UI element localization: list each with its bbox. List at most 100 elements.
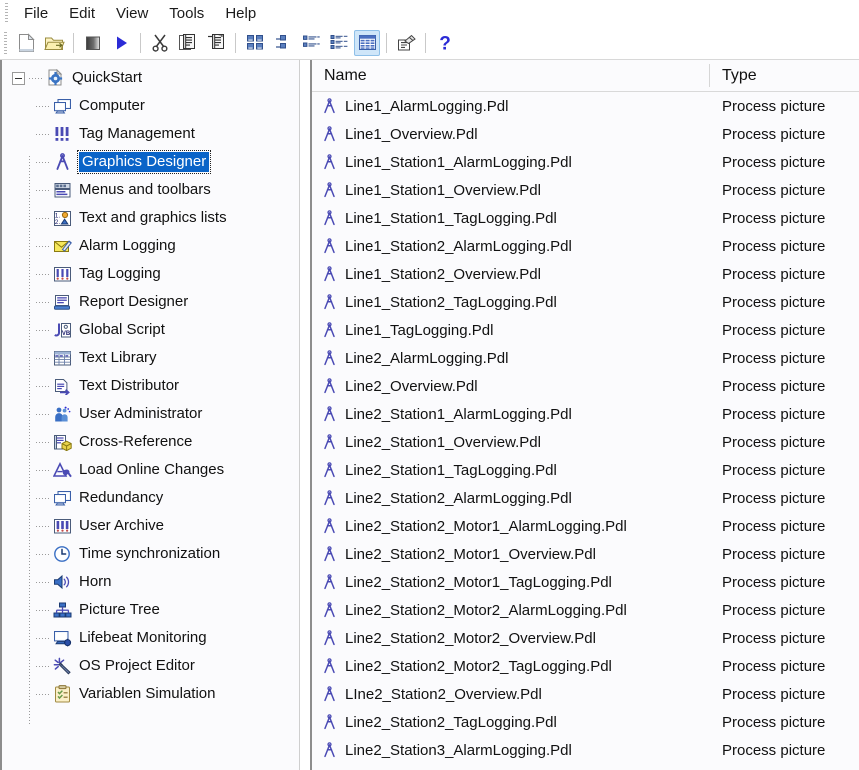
tree-item-user-archive[interactable]: User Archive bbox=[2, 512, 299, 540]
tree-root-quickstart[interactable]: QuickStart bbox=[2, 64, 299, 92]
list-item[interactable]: Line2_Station3_AlarmLogging.Pdl Process p… bbox=[312, 736, 859, 764]
list-item-type: Process picture bbox=[722, 461, 826, 479]
collapse-expander-icon[interactable] bbox=[12, 71, 25, 85]
tree-item-variablen-simulation[interactable]: Variablen Simulation bbox=[2, 680, 299, 708]
list-item[interactable]: Line1_Station2_AlarmLogging.Pdl Process p… bbox=[312, 232, 859, 260]
process-picture-icon bbox=[320, 629, 338, 647]
list-item[interactable]: Line2_Station2_TagLogging.Pdl Process pic… bbox=[312, 708, 859, 736]
column-header-name[interactable]: Name bbox=[312, 60, 710, 91]
list-item[interactable]: Line2_AlarmLogging.Pdl Process picture bbox=[312, 344, 859, 372]
tag-management-icon bbox=[52, 125, 72, 143]
list-item[interactable]: Line2_Station2_Motor2_Overview.Pdl Proces… bbox=[312, 624, 859, 652]
cut-scissors-button[interactable] bbox=[147, 30, 173, 56]
new-document-button[interactable] bbox=[13, 30, 39, 56]
list-item[interactable]: Line2_Station2_Motor1_TagLogging.Pdl Proc… bbox=[312, 568, 859, 596]
list-item[interactable]: Line1_Station2_TagLogging.Pdl Process pic… bbox=[312, 288, 859, 316]
tree-item-time-synchronization[interactable]: Time synchronization bbox=[2, 540, 299, 568]
list-item[interactable]: Line2_Station1_Overview.Pdl Process pictu… bbox=[312, 428, 859, 456]
open-folder-button[interactable] bbox=[41, 30, 67, 56]
process-picture-icon bbox=[320, 293, 338, 311]
list-item[interactable]: Line2_Overview.Pdl Process picture bbox=[312, 372, 859, 400]
menu-edit[interactable]: Edit bbox=[59, 3, 106, 24]
list-item[interactable]: Line2_Station2_AlarmLogging.Pdl Process p… bbox=[312, 484, 859, 512]
process-picture-icon bbox=[320, 545, 338, 563]
pane-splitter[interactable] bbox=[300, 60, 310, 770]
small-buttons-view-icon[interactable] bbox=[270, 30, 296, 56]
toolbar-separator bbox=[386, 32, 387, 53]
tree-dash-connector bbox=[36, 385, 50, 387]
list-item[interactable]: Line1_Station1_AlarmLogging.Pdl Process p… bbox=[312, 148, 859, 176]
cut-scissors-icon bbox=[151, 33, 169, 52]
tree-dash-connector bbox=[36, 693, 50, 695]
menu-tools[interactable]: Tools bbox=[159, 3, 215, 24]
text-library-icon bbox=[52, 349, 72, 367]
list-item[interactable]: Line1_AlarmLogging.Pdl Process picture bbox=[312, 92, 859, 120]
menu-view[interactable]: View bbox=[106, 3, 159, 24]
process-picture-icon bbox=[320, 125, 338, 143]
list-item[interactable]: Line2_Station2_Motor2_TagLogging.Pdl Proc… bbox=[312, 652, 859, 680]
tree-item-graphics-designer[interactable]: Graphics Designer bbox=[2, 148, 299, 176]
tree-item-picture-tree[interactable]: Picture Tree bbox=[2, 596, 299, 624]
tree-item-os-project-editor[interactable]: OS Project Editor bbox=[2, 652, 299, 680]
menubar-drag-grip[interactable] bbox=[5, 3, 8, 23]
tree-item-horn[interactable]: Horn bbox=[2, 568, 299, 596]
list-item[interactable]: Line2_Station1_AlarmLogging.Pdl Process p… bbox=[312, 400, 859, 428]
menu-file[interactable]: File bbox=[14, 3, 59, 24]
menu-bar: File Edit View Tools Help bbox=[0, 0, 859, 26]
tree-item-alarm-logging[interactable]: Alarm Logging bbox=[2, 232, 299, 260]
toolbar-separator bbox=[73, 32, 74, 53]
tree-dash-connector bbox=[36, 161, 50, 163]
list-item[interactable]: LIne2_Station2_Overview.Pdl Process pictu… bbox=[312, 680, 859, 708]
list-item[interactable]: Line2_Station2_Motor1_AlarmLogging.Pdl Pr… bbox=[312, 512, 859, 540]
list-view-button[interactable] bbox=[298, 30, 324, 56]
tree-item-computer[interactable]: Computer bbox=[2, 92, 299, 120]
tree-dash-connector bbox=[36, 581, 50, 583]
list-item[interactable]: Line2_Station1_TagLogging.Pdl Process pic… bbox=[312, 456, 859, 484]
tree-dash-connector bbox=[36, 301, 50, 303]
tree-item-redundancy[interactable]: Redundancy bbox=[2, 484, 299, 512]
tile-view-button[interactable] bbox=[326, 30, 352, 56]
tree-item-lifebeat-monitoring[interactable]: Lifebeat Monitoring bbox=[2, 624, 299, 652]
tree-item-text-and-graphics-lists[interactable]: 1. 2. Text and graphics lists bbox=[2, 204, 299, 232]
list-item-type: Process picture bbox=[722, 657, 826, 675]
tree-item-global-script[interactable]: VB Global Script bbox=[2, 316, 299, 344]
tree-item-cross-reference[interactable]: Cross-Reference bbox=[2, 428, 299, 456]
menu-help[interactable]: Help bbox=[215, 3, 267, 24]
list-item[interactable]: Line1_Station1_Overview.Pdl Process pictu… bbox=[312, 176, 859, 204]
paste-button[interactable] bbox=[203, 30, 229, 56]
play-button[interactable] bbox=[108, 30, 134, 56]
list-item[interactable]: Line2_Station2_Motor1_Overview.Pdl Proces… bbox=[312, 540, 859, 568]
list-item[interactable]: Line1_Overview.Pdl Process picture bbox=[312, 120, 859, 148]
list-item[interactable]: Line1_Station2_Overview.Pdl Process pictu… bbox=[312, 260, 859, 288]
properties-button[interactable] bbox=[393, 30, 419, 56]
tree-item-text-distributor[interactable]: Text Distributor bbox=[2, 372, 299, 400]
list-item[interactable]: Line1_TagLogging.Pdl Process picture bbox=[312, 316, 859, 344]
copy-button[interactable] bbox=[175, 30, 201, 56]
tree-item-menus-and-toolbars[interactable]: Menus and toolbars bbox=[2, 176, 299, 204]
large-buttons-view-icon[interactable] bbox=[242, 30, 268, 56]
picture-tree-icon bbox=[52, 601, 72, 619]
column-header-type[interactable]: Type bbox=[710, 60, 859, 91]
tree-item-load-online-changes[interactable]: Load Online Changes bbox=[2, 456, 299, 484]
process-picture-icon bbox=[320, 657, 338, 675]
tree-item-user-administrator[interactable]: User Administrator bbox=[2, 400, 299, 428]
list-item[interactable]: Line1_Station1_TagLogging.Pdl Process pic… bbox=[312, 204, 859, 232]
stop-button[interactable] bbox=[80, 30, 106, 56]
computer-icon bbox=[52, 97, 72, 115]
list-item-type: Process picture bbox=[722, 125, 826, 143]
tree-item-tag-management[interactable]: Tag Management bbox=[2, 120, 299, 148]
tree-item-tag-logging[interactable]: Tag Logging bbox=[2, 260, 299, 288]
list-item-name: Line2_Station2_Motor2_Overview.Pdl bbox=[345, 629, 596, 647]
tree-item-text-library[interactable]: Text Library bbox=[2, 344, 299, 372]
help-question-button[interactable]: ? bbox=[432, 30, 458, 56]
tree-item-report-designer[interactable]: Report Designer bbox=[2, 288, 299, 316]
tree-dash-connector bbox=[36, 665, 50, 667]
stop-icon bbox=[84, 34, 102, 52]
open-folder-icon bbox=[43, 34, 65, 52]
details-view-button[interactable] bbox=[354, 29, 380, 56]
tree-item-label: Tag Management bbox=[79, 125, 195, 142]
toolbar-drag-grip[interactable] bbox=[4, 32, 7, 54]
tree-dash-connector bbox=[36, 637, 50, 639]
list-item[interactable]: Line2_Station2_Motor2_AlarmLogging.Pdl Pr… bbox=[312, 596, 859, 624]
column-header-name-label: Name bbox=[324, 66, 367, 84]
